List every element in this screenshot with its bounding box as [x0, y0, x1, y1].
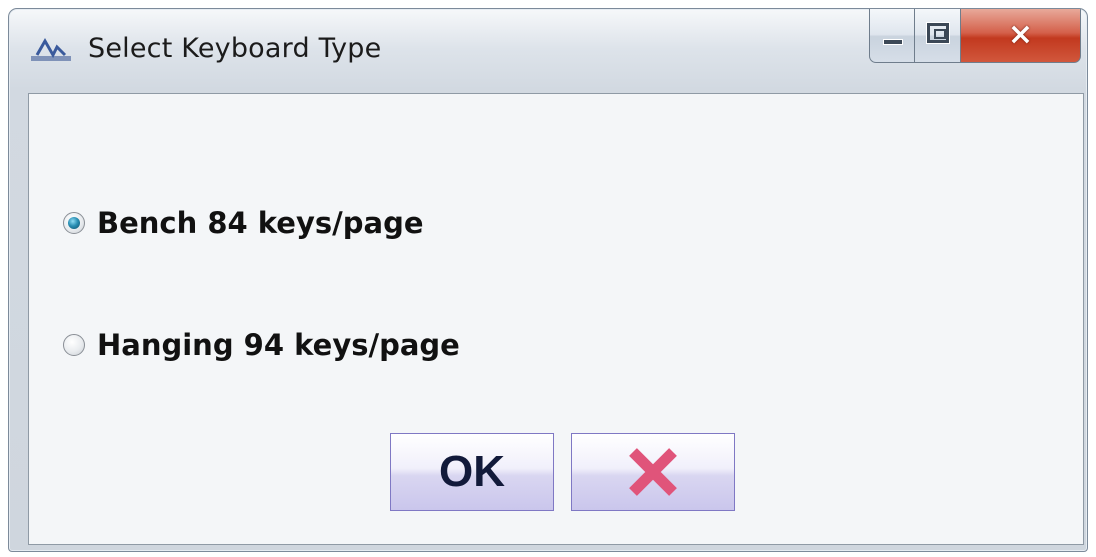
app-icon — [31, 37, 71, 61]
ok-button[interactable]: OK — [390, 433, 554, 511]
window-title: Select Keyboard Type — [88, 33, 382, 64]
maximize-icon — [926, 22, 950, 44]
option-hanging[interactable]: Hanging 94 keys/page — [63, 328, 460, 362]
x-icon — [629, 448, 677, 496]
close-button[interactable]: × — [961, 9, 1081, 63]
cancel-button[interactable] — [571, 433, 735, 511]
minimize-button[interactable] — [869, 9, 915, 63]
radio-hanging[interactable] — [63, 334, 85, 356]
maximize-button[interactable] — [915, 9, 961, 63]
option-bench-label: Bench 84 keys/page — [97, 206, 424, 240]
minimize-icon — [883, 39, 903, 45]
option-hanging-label: Hanging 94 keys/page — [97, 328, 460, 362]
close-icon: × — [1007, 17, 1034, 52]
ok-button-label: OK — [439, 447, 505, 496]
radio-bench[interactable] — [63, 212, 85, 234]
dialog-window: Select Keyboard Type × Bench 84 keys/pag… — [8, 8, 1088, 552]
option-bench[interactable]: Bench 84 keys/page — [63, 206, 424, 240]
title-bar[interactable]: Select Keyboard Type × — [9, 9, 1087, 93]
caption-buttons: × — [869, 9, 1081, 65]
dialog-content: Bench 84 keys/page Hanging 94 keys/page … — [28, 93, 1084, 545]
